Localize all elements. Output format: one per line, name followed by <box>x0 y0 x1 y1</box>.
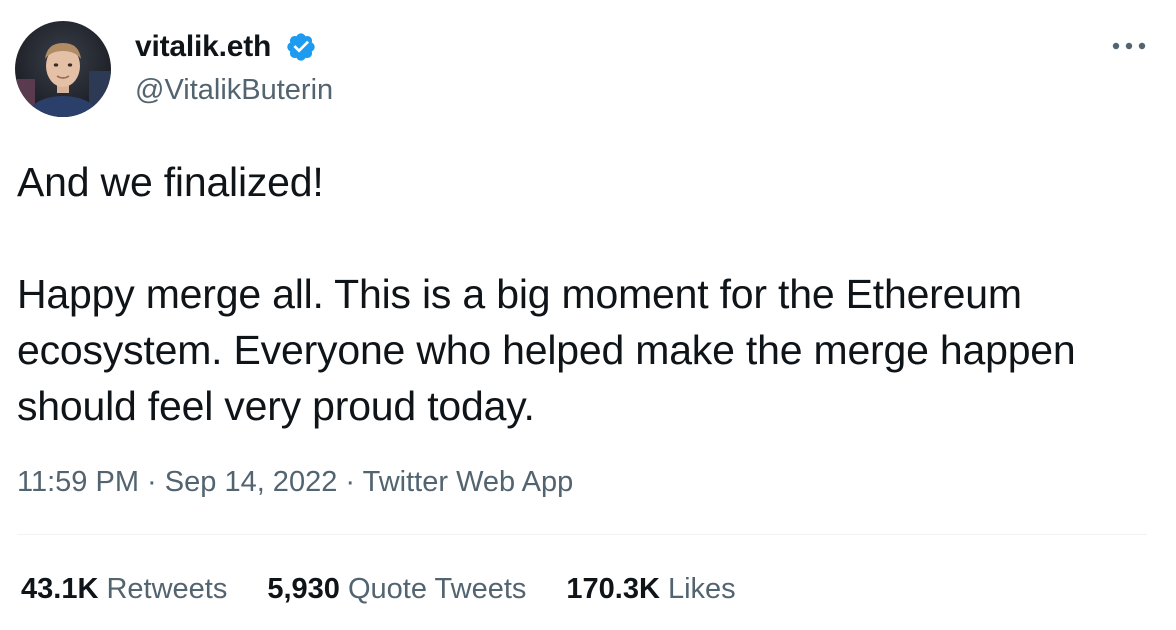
likes-count: 170.3K <box>566 573 660 605</box>
retweets-count: 43.1K <box>21 573 99 605</box>
more-dots-icon[interactable] <box>1110 36 1148 56</box>
tweet-text: And we finalized! Happy merge all. This … <box>17 159 1076 429</box>
verified-badge-icon <box>287 33 315 61</box>
quote-tweets-stat[interactable]: 5,930 Quote Tweets <box>267 571 526 607</box>
user-handle[interactable]: @VitalikButerin <box>135 72 333 108</box>
meta-separator: · <box>147 466 157 498</box>
meta-separator: · <box>345 466 356 498</box>
engagement-stats: 43.1K Retweets 5,930 Quote Tweets 170.3K… <box>21 571 776 607</box>
tweet-date[interactable]: Sep 14, 2022 <box>165 466 338 498</box>
avatar[interactable] <box>15 21 111 117</box>
quote-tweets-count: 5,930 <box>267 573 340 605</box>
tweet-source[interactable]: Twitter Web App <box>363 466 574 498</box>
tweet-meta: 11:59 PM · Sep 14, 2022 · Twitter Web Ap… <box>17 464 573 500</box>
quote-tweets-label: Quote Tweets <box>347 573 527 605</box>
tweet-card: vitalik.eth @VitalikButerin And we final… <box>0 0 1176 630</box>
display-name[interactable]: vitalik.eth <box>135 29 271 65</box>
divider <box>17 534 1147 535</box>
retweets-label: Retweets <box>106 573 228 605</box>
retweets-stat[interactable]: 43.1K Retweets <box>21 571 227 607</box>
avatar-photo <box>15 21 111 117</box>
tweet-time[interactable]: 11:59 PM <box>17 466 139 498</box>
likes-label: Likes <box>667 573 736 605</box>
likes-stat[interactable]: 170.3K Likes <box>566 571 735 607</box>
